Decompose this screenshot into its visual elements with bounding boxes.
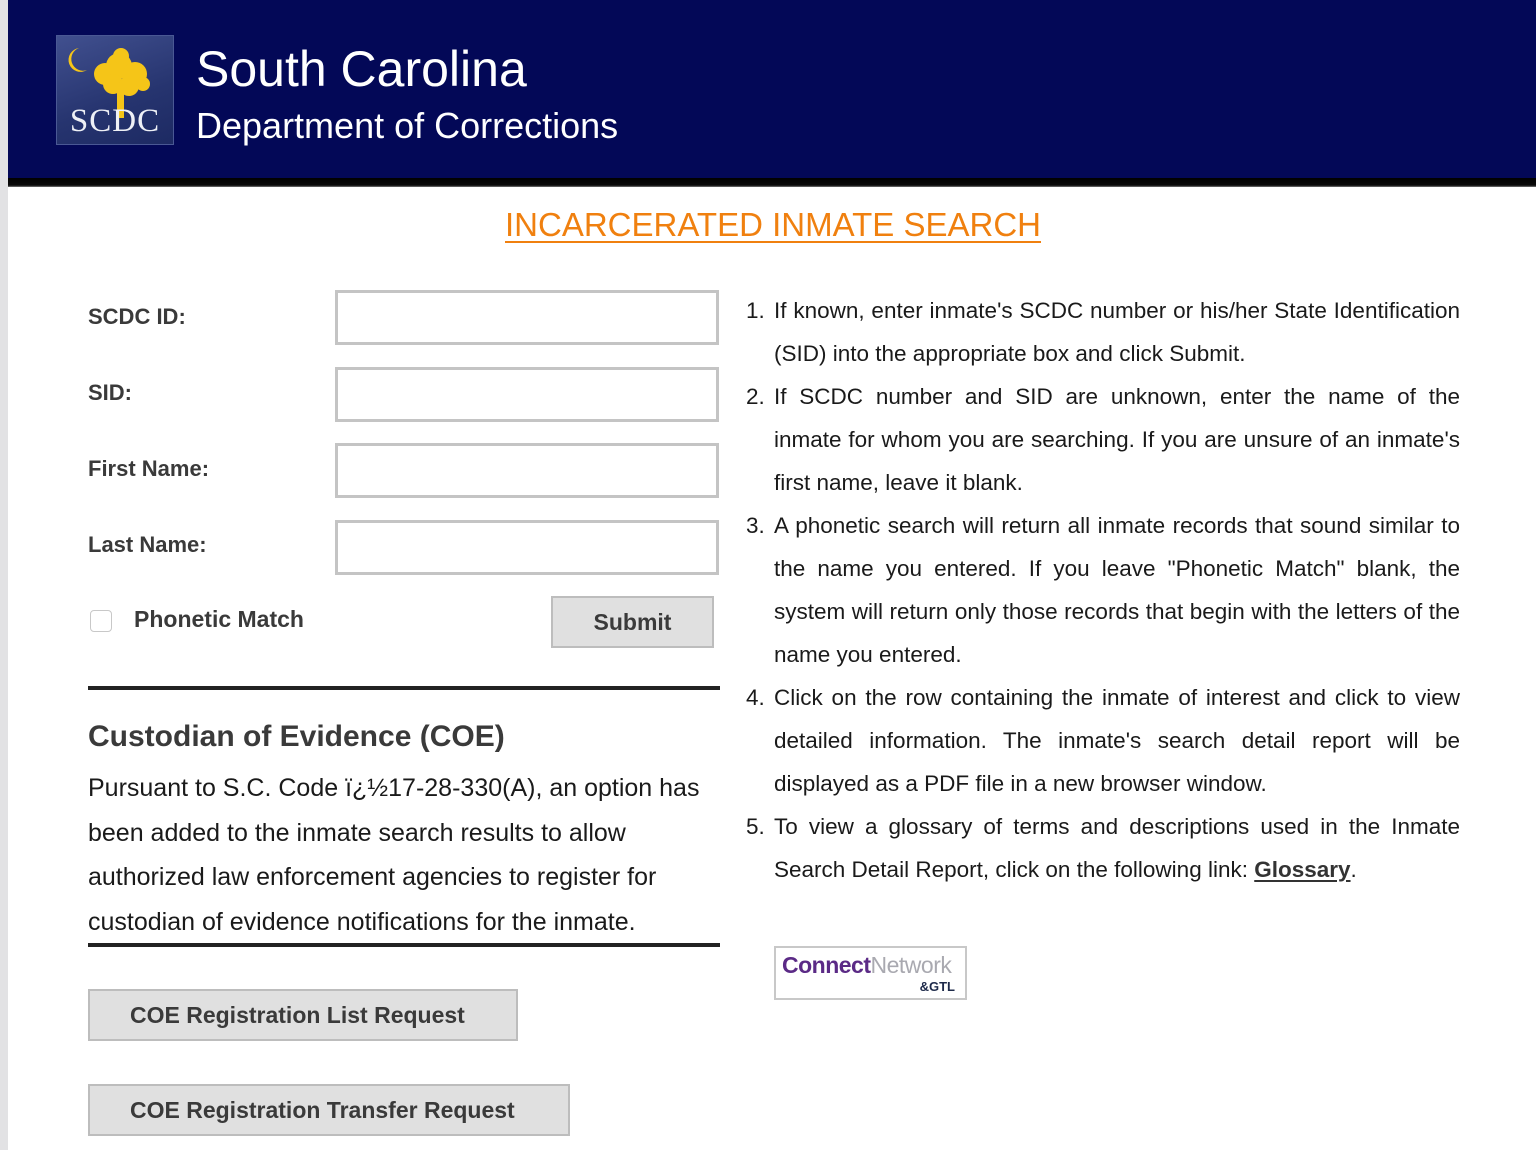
sid-input[interactable] <box>335 367 719 422</box>
site-title: South Carolina <box>196 41 527 97</box>
instruction-number: 5. <box>746 814 765 839</box>
scdc-id-input[interactable] <box>335 290 719 345</box>
site-subtitle: Department of Corrections <box>196 105 619 146</box>
network-text: Network <box>870 952 952 978</box>
instruction-text: To view a glossary of terms and descript… <box>774 814 1460 882</box>
coe-registration-list-request-button[interactable]: COE Registration List Request <box>88 989 518 1041</box>
glossary-suffix: . <box>1350 857 1357 882</box>
connect-network-logo[interactable]: ConnectNetwork &GTL <box>774 946 967 1000</box>
phonetic-match-checkbox[interactable] <box>90 610 112 632</box>
coe-registration-transfer-request-button[interactable]: COE Registration Transfer Request <box>88 1084 570 1136</box>
page-title-link[interactable]: INCARCERATED INMATE SEARCH <box>505 206 1041 243</box>
scdc-logo[interactable]: SCDC <box>56 35 174 145</box>
logo-text: SCDC <box>69 103 161 139</box>
last-name-label: Last Name: <box>88 532 207 557</box>
gtl-text: &GTL <box>919 979 955 994</box>
coe-divider <box>88 943 720 947</box>
submit-button[interactable]: Submit <box>551 596 714 648</box>
scdc-id-label: SCDC ID: <box>88 304 186 329</box>
section-divider <box>88 686 720 690</box>
instruction-number: 2. <box>746 384 765 409</box>
instructions-list: 1. If known, enter inmate's SCDC number … <box>746 289 1460 891</box>
instruction-text: If SCDC number and SID are unknown, ente… <box>774 384 1460 495</box>
instruction-text: A phonetic search will return all inmate… <box>774 513 1460 667</box>
header-divider <box>8 178 1536 187</box>
coe-title: Custodian of Evidence (COE) <box>88 720 505 753</box>
glossary-link[interactable]: Glossary <box>1254 857 1350 882</box>
instruction-text: If known, enter inmate's SCDC number or … <box>774 298 1460 366</box>
instruction-item: 3. A phonetic search will return all inm… <box>746 504 1460 676</box>
instruction-text: Click on the row containing the inmate o… <box>774 685 1460 796</box>
site-header: SCDC South Carolina Department of Correc… <box>8 0 1536 178</box>
sid-label: SID: <box>88 380 132 405</box>
instruction-number: 1. <box>746 298 765 323</box>
first-name-label: First Name: <box>88 456 210 481</box>
first-name-input[interactable] <box>335 443 719 498</box>
last-name-input[interactable] <box>335 520 719 575</box>
instruction-number: 3. <box>746 513 765 538</box>
left-gutter <box>0 0 8 1150</box>
instruction-number: 4. <box>746 685 765 710</box>
instruction-item: 1. If known, enter inmate's SCDC number … <box>746 289 1460 375</box>
page-title: INCARCERATED INMATE SEARCH <box>0 206 1536 244</box>
phonetic-match-label[interactable]: Phonetic Match <box>134 606 304 633</box>
instruction-item: 4. Click on the row containing the inmat… <box>746 676 1460 805</box>
instruction-item: 2. If SCDC number and SID are unknown, e… <box>746 375 1460 504</box>
connect-text: Connect <box>782 952 871 978</box>
coe-description: Pursuant to S.C. Code ï¿½17-28-330(A), a… <box>88 774 700 936</box>
instruction-item: 5. To view a glossary of terms and descr… <box>746 805 1460 891</box>
connect-network-wordmark: ConnectNetwork <box>782 952 952 979</box>
